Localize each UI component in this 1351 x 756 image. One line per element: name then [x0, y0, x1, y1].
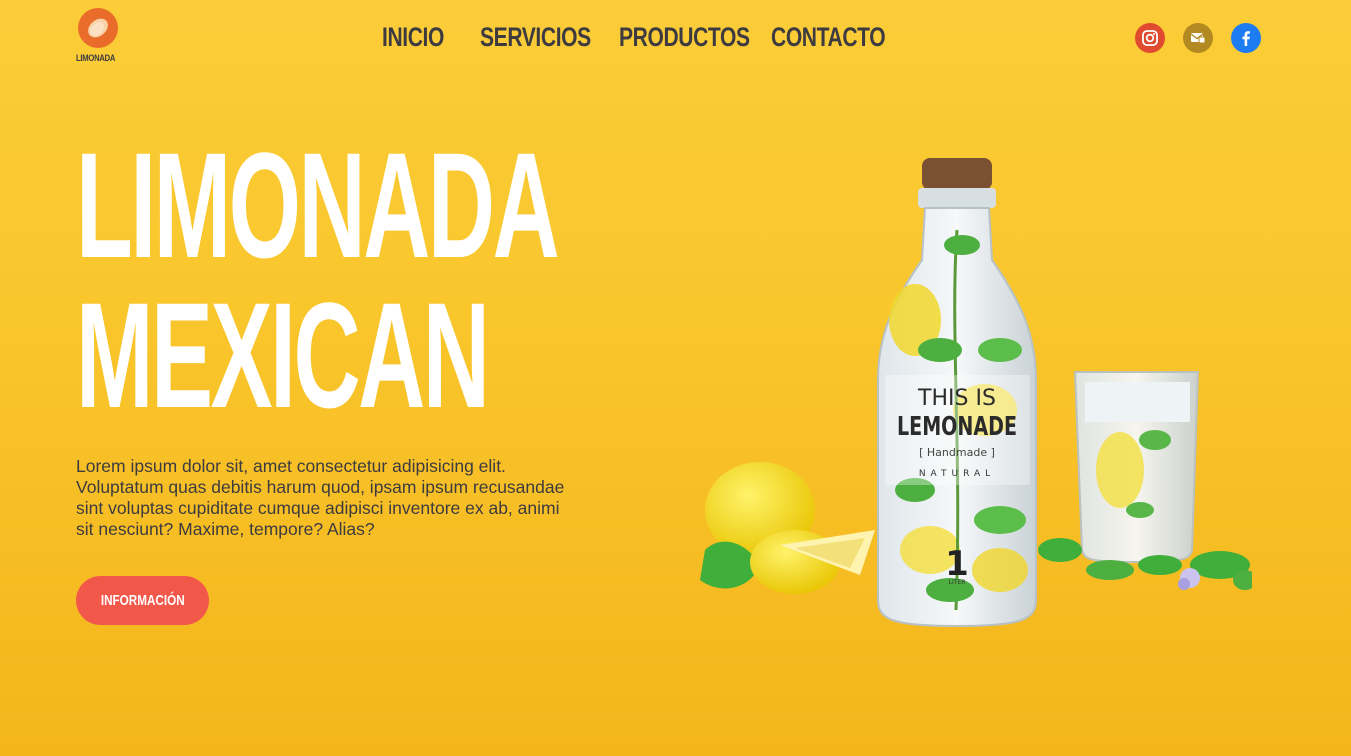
lemonade-bottle-illustration: THIS IS LEMONADE [ Handmade ] NATURAL 1 …	[700, 158, 1257, 628]
label-line-1: THIS IS	[917, 386, 996, 411]
main-nav: INICIO SERVICIOS PRODUCTOS CONTACTO	[382, 22, 886, 53]
facebook-icon	[1242, 31, 1250, 46]
mail-link[interactable]	[1183, 23, 1213, 53]
label-unit: LITER	[949, 579, 966, 586]
instagram-link[interactable]	[1135, 23, 1165, 53]
lemon-logo-icon	[78, 8, 118, 48]
social-links	[1135, 23, 1261, 53]
hero-description: Lorem ipsum dolor sit, amet consectetur …	[76, 456, 565, 539]
product-image: THIS IS LEMONADE [ Handmade ] NATURAL 1 …	[700, 150, 1257, 630]
hero-title-line-2: MEXICAN	[76, 271, 490, 439]
brand-name: LIMONADA	[76, 53, 116, 63]
hero-title-line-1: LIMONADA	[76, 121, 560, 289]
nav-item-servicios[interactable]: SERVICIOS	[480, 22, 591, 53]
info-button[interactable]: INFORMACIÓN	[76, 576, 209, 625]
facebook-link[interactable]	[1231, 23, 1261, 53]
bottle: THIS IS LEMONADE [ Handmade ] NATURAL 1 …	[877, 158, 1037, 628]
label-line-2: LEMONADE	[897, 412, 1017, 442]
label-volume: 1	[945, 544, 969, 584]
label-line-3: [ Handmade ]	[919, 446, 995, 459]
info-button-label: INFORMACIÓN	[100, 592, 185, 609]
mail-icon	[1190, 33, 1206, 44]
lemon-group-left	[700, 462, 875, 594]
instagram-icon	[1142, 30, 1158, 46]
drinking-glass	[1073, 371, 1200, 564]
brand-logo[interactable]: LIMONADA	[76, 8, 120, 66]
nav-item-productos[interactable]: PRODUCTOS	[619, 22, 750, 53]
label-line-4: NATURAL	[919, 469, 995, 479]
nav-item-contacto[interactable]: CONTACTO	[771, 22, 886, 53]
nav-item-inicio[interactable]: INICIO	[382, 22, 444, 53]
